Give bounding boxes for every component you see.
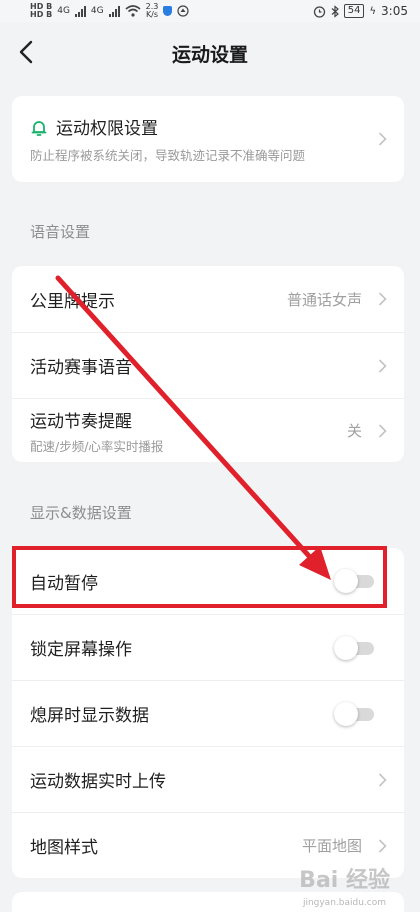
voice-item-value: 关 — [346, 422, 362, 440]
clock: 3:05 — [381, 4, 408, 18]
hd-indicator-2: HD B — [30, 10, 53, 19]
lock-screen-toggle[interactable] — [334, 635, 374, 661]
status-bar: HD B HD B 4G 4G 2.3 K/s 54 ϟ 3:05 — [0, 0, 420, 22]
permission-subtitle: 防止程序被系统关闭，导致轨迹记录不准确等问题 — [30, 148, 306, 163]
display-item-label: 熄屏时显示数据 — [30, 706, 149, 726]
battery-level: 54 — [343, 4, 365, 18]
voice-item-value: 普通话女声 — [286, 290, 362, 309]
section-title-voice: 语音设置 — [30, 223, 91, 241]
permission-card[interactable]: 运动权限设置 防止程序被系统关闭，导致轨迹记录不准确等问题 — [12, 96, 404, 182]
display-item-lock-screen[interactable]: 锁定屏幕操作 — [12, 614, 404, 680]
display-item-auto-pause[interactable]: 自动暂停 — [12, 548, 404, 614]
network-speed: 2.3 K/s — [146, 3, 159, 19]
auto-pause-toggle[interactable] — [334, 568, 374, 594]
page-title: 运动设置 — [171, 44, 248, 66]
app-notification-icon — [177, 5, 189, 17]
voice-item-label: 运动节奏提醒 — [30, 411, 132, 432]
hd-indicators: HD B HD B — [30, 3, 52, 19]
voice-item-rhythm-reminder[interactable]: 运动节奏提醒 配速/步频/心率实时播报 关 — [12, 398, 404, 462]
display-item-label: 地图样式 — [30, 838, 98, 858]
section-title-display: 显示&数据设置 — [30, 504, 132, 522]
network-type-1: 4G — [57, 6, 70, 16]
signal-icon — [74, 5, 86, 17]
network-type-2: 4G — [90, 6, 104, 16]
status-left: HD B HD B 4G 4G 2.3 K/s — [30, 0, 189, 22]
display-item-screen-off-data[interactable]: 熄屏时显示数据 — [12, 680, 404, 746]
signal-icon-2 — [108, 5, 120, 17]
permission-title-row: 运动权限设置 — [30, 114, 305, 139]
permission-title: 运动权限设置 — [56, 119, 158, 139]
charging-icon: ϟ — [369, 5, 377, 17]
display-item-label: 自动暂停 — [30, 573, 98, 594]
bell-icon — [31, 121, 47, 136]
voice-item-event-voice[interactable]: 活动赛事语音 — [12, 332, 404, 398]
chevron-right-icon — [379, 132, 387, 146]
watermark-url: jingyan.baidu.com — [302, 898, 386, 908]
permission-text: 运动权限设置 防止程序被系统关闭，导致轨迹记录不准确等问题 — [30, 114, 305, 164]
rhythm-text: 运动节奏提醒 配速/步频/心率实时播报 — [30, 407, 163, 455]
watermark-logo: Bai 经验 — [299, 868, 390, 893]
chevron-right-icon — [379, 839, 387, 852]
chevron-right-icon — [379, 424, 387, 437]
display-settings-card: 自动暂停 锁定屏幕操作 熄屏时显示数据 运动数据实时上传 地图样式 平面地图 — [12, 548, 404, 878]
alarm-icon — [313, 5, 325, 18]
voice-item-label: 公里牌提示 — [30, 291, 115, 312]
chevron-right-icon — [379, 359, 387, 372]
chevron-right-icon — [379, 773, 387, 786]
chevron-right-icon — [379, 292, 387, 306]
display-item-label: 锁定屏幕操作 — [30, 640, 132, 660]
navigation-bar: 运动设置 — [0, 22, 420, 84]
voice-item-km-prompt[interactable]: 公里牌提示 普通话女声 — [12, 266, 404, 332]
voice-item-label: 活动赛事语音 — [30, 358, 132, 378]
voice-item-subtitle: 配速/步频/心率实时播报 — [30, 438, 164, 454]
voice-settings-card: 公里牌提示 普通话女声 活动赛事语音 运动节奏提醒 配速/步频/心率实时播报 关 — [12, 266, 404, 462]
bluetooth-icon — [331, 4, 339, 18]
status-right: 54 ϟ 3:05 — [313, 0, 408, 22]
display-item-label: 运动数据实时上传 — [30, 772, 166, 792]
display-item-value: 平面地图 — [301, 837, 362, 855]
display-item-realtime-upload[interactable]: 运动数据实时上传 — [12, 746, 404, 812]
screen-off-data-toggle[interactable] — [334, 701, 374, 727]
wifi-icon — [125, 5, 141, 17]
speed-unit: K/s — [145, 10, 159, 19]
shield-icon — [163, 6, 173, 16]
